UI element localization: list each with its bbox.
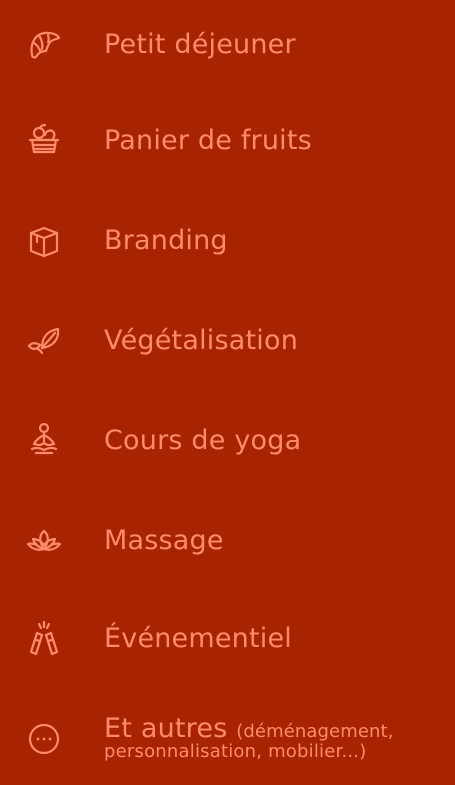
menu-item-label-group: Et autres (déménagement, personnalisatio… xyxy=(104,715,394,762)
menu-item-panier-de-fruits[interactable]: Panier de fruits xyxy=(0,111,455,171)
menu-item-label: Petit déjeuner xyxy=(104,29,296,60)
menu-item-note-line2: personnalisation, mobilier...) xyxy=(104,741,367,762)
menu-item-cours-de-yoga[interactable]: Cours de yoga xyxy=(0,411,455,471)
menu-item-label: Cours de yoga xyxy=(104,425,302,456)
menu-item-vegetalisation[interactable]: Végétalisation xyxy=(0,311,455,371)
fruit-basket-icon xyxy=(24,121,64,161)
more-icon xyxy=(24,719,64,759)
menu-item-massage[interactable]: Massage xyxy=(0,511,455,571)
menu-item-label: Massage xyxy=(104,525,224,556)
leaf-icon xyxy=(24,321,64,361)
croissant-icon xyxy=(24,25,64,65)
menu-item-note: (déménagement, xyxy=(236,721,394,742)
menu-item-label: Et autres xyxy=(104,713,228,744)
services-menu: Petit déjeuner Panier de fruits Branding… xyxy=(0,0,455,785)
menu-item-et-autres[interactable]: Et autres (déménagement, personnalisatio… xyxy=(0,709,455,769)
menu-item-branding[interactable]: Branding xyxy=(0,211,455,271)
menu-item-label: Branding xyxy=(104,225,228,256)
menu-item-label: Panier de fruits xyxy=(104,125,312,156)
menu-item-petit-dejeuner[interactable]: Petit déjeuner xyxy=(0,15,455,75)
menu-item-label: Événementiel xyxy=(104,623,292,654)
yoga-icon xyxy=(24,421,64,461)
champagne-toast-icon xyxy=(24,619,64,659)
menu-item-evenementiel[interactable]: Événementiel xyxy=(0,609,455,669)
box-icon xyxy=(24,221,64,261)
menu-item-label: Végétalisation xyxy=(104,325,299,356)
lotus-icon xyxy=(24,521,64,561)
